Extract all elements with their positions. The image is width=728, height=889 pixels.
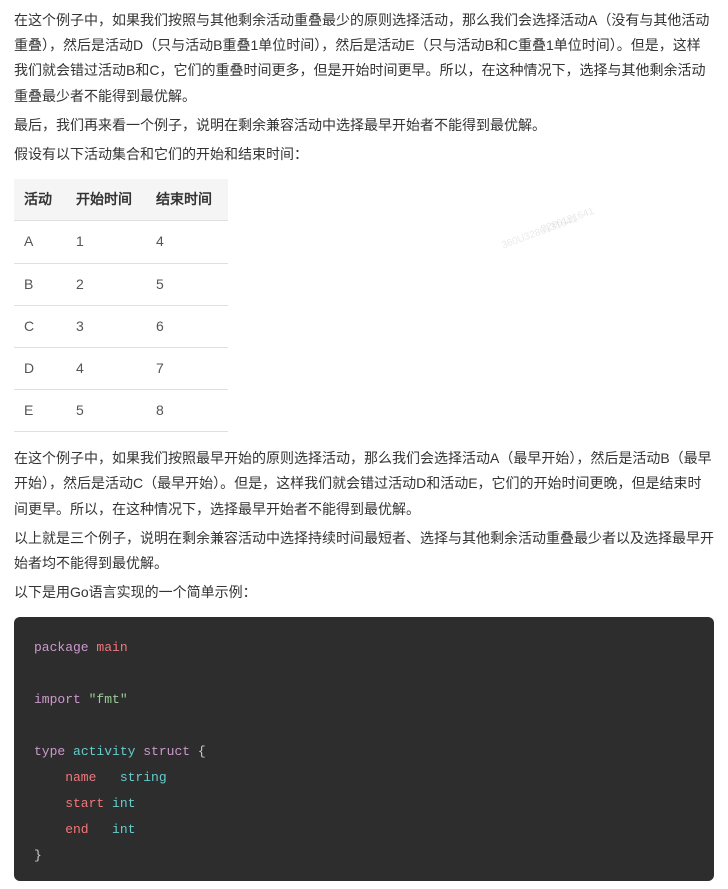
cell-end: 4 xyxy=(148,221,228,263)
cell-start: 3 xyxy=(68,305,148,347)
cell-end: 6 xyxy=(148,305,228,347)
cell-end: 8 xyxy=(148,390,228,432)
table-row: A 1 4 xyxy=(14,221,228,263)
code-line: import "fmt" xyxy=(34,687,694,713)
para-earliest-example: 在这个例子中，如果我们按照最早开始的原则选择活动，那么我们会选择活动A（最早开始… xyxy=(14,446,714,522)
cell-start: 5 xyxy=(68,390,148,432)
table-row: B 2 5 xyxy=(14,263,228,305)
code-block: package main import "fmt" type activity … xyxy=(14,617,714,881)
code-line: package main xyxy=(34,635,694,661)
para-summary: 以上就是三个例子，说明在剩余兼容活动中选择持续时间最短者、选择与其他剩余活动重叠… xyxy=(14,526,714,576)
watermark: 360U3286131641 xyxy=(499,211,580,255)
col-end: 结束时间 xyxy=(148,179,228,221)
code-line xyxy=(34,661,694,687)
cell-start: 1 xyxy=(68,221,148,263)
cell-end: 7 xyxy=(148,347,228,389)
cell-activity: A xyxy=(14,221,68,263)
para-code-intro: 以下是用Go语言实现的一个简单示例： xyxy=(14,580,714,605)
cell-start: 2 xyxy=(68,263,148,305)
para-overlap-example: 在这个例子中，如果我们按照与其他剩余活动重叠最少的原则选择活动，那么我们会选择活… xyxy=(14,8,714,109)
code-line xyxy=(34,713,694,739)
code-line: end int xyxy=(34,817,694,843)
cell-activity: C xyxy=(14,305,68,347)
cell-activity: D xyxy=(14,347,68,389)
watermark: 3286131641 xyxy=(539,203,597,239)
table-row: E 5 8 xyxy=(14,390,228,432)
code-line: start int xyxy=(34,791,694,817)
cell-activity: B xyxy=(14,263,68,305)
activity-table: 活动 开始时间 结束时间 A 1 4 B 2 5 C 3 6 D 4 7 E 5… xyxy=(14,179,228,432)
code-line: name string xyxy=(34,765,694,791)
para-table-intro: 假设有以下活动集合和它们的开始和结束时间： xyxy=(14,142,714,167)
para-final-intro: 最后，我们再来看一个例子，说明在剩余兼容活动中选择最早开始者不能得到最优解。 xyxy=(14,113,714,138)
cell-start: 4 xyxy=(68,347,148,389)
table-row: D 4 7 xyxy=(14,347,228,389)
cell-activity: E xyxy=(14,390,68,432)
table-header-row: 活动 开始时间 结束时间 xyxy=(14,179,228,221)
cell-end: 5 xyxy=(148,263,228,305)
col-start: 开始时间 xyxy=(68,179,148,221)
code-line: } xyxy=(34,843,694,869)
col-activity: 活动 xyxy=(14,179,68,221)
code-line: type activity struct { xyxy=(34,739,694,765)
table-row: C 3 6 xyxy=(14,305,228,347)
